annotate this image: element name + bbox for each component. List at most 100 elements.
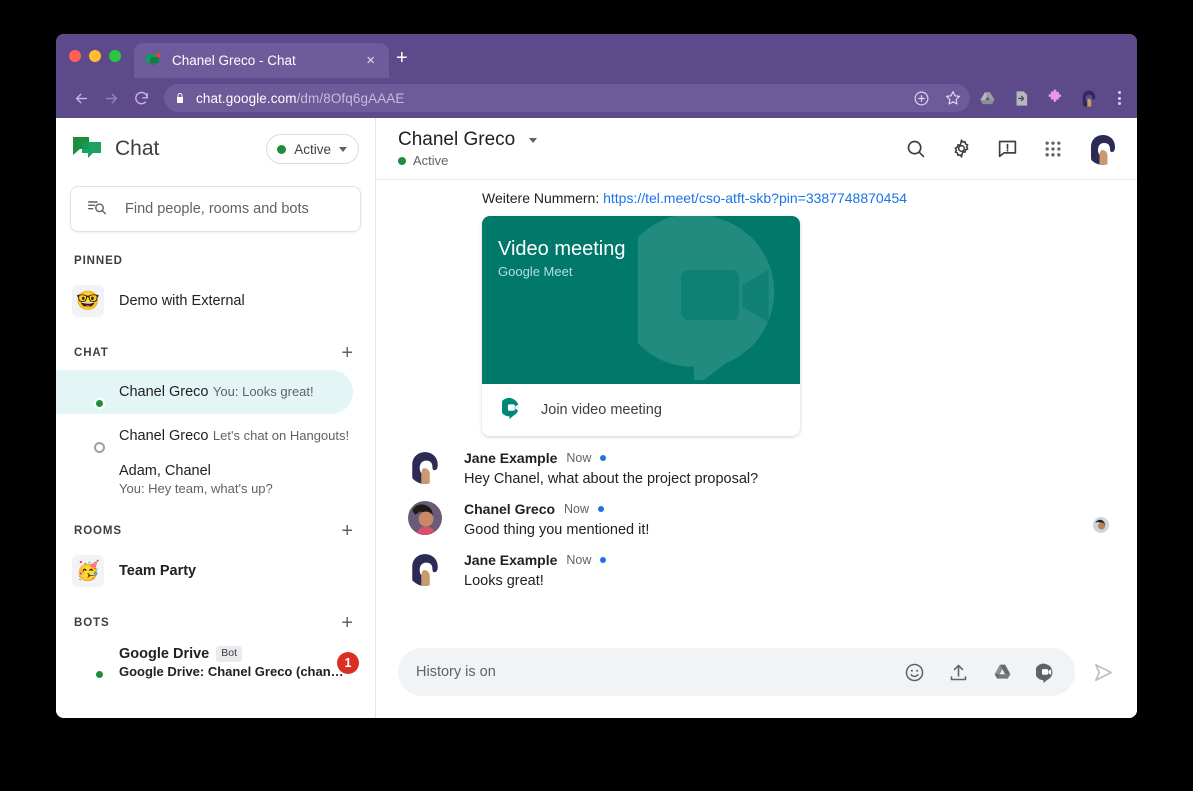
list-item-text: Adam, Chanel You: Hey team, what's up?: [119, 462, 359, 498]
list-item-preview: Let's chat on Hangouts!: [213, 428, 349, 443]
profile-avatar-icon[interactable]: [1080, 89, 1098, 107]
search-icon[interactable]: [903, 137, 927, 161]
list-item-text: Demo with External: [119, 292, 359, 310]
reload-icon[interactable]: [126, 83, 156, 113]
list-item-chanel-greco-hangouts[interactable]: Chanel Greco Let's chat on Hangouts!: [56, 414, 375, 458]
list-item-adam-chanel-group[interactable]: Adam, Chanel You: Hey team, what's up?: [56, 458, 375, 502]
file-extension-icon[interactable]: [1012, 89, 1030, 107]
drive-icon[interactable]: [991, 661, 1013, 683]
gear-icon[interactable]: [949, 137, 973, 161]
conversation-header: Chanel Greco Active: [376, 118, 1137, 180]
drive-extension-icon[interactable]: [978, 89, 996, 107]
feedback-icon[interactable]: [995, 137, 1019, 161]
conversation-panel: Chanel Greco Active: [376, 118, 1137, 718]
list-item-team-party[interactable]: 🥳 Team Party: [56, 548, 375, 594]
section-title: ROOMS: [74, 525, 122, 537]
list-item-name: Chanel Greco: [119, 428, 208, 444]
browser-toolbar: chat.google.com/dm/8Ofq6gAAAE: [56, 78, 1137, 118]
minimize-window-button[interactable]: [89, 50, 101, 62]
upload-icon[interactable]: [947, 661, 969, 683]
browser-chrome: Chanel Greco - Chat × + chat.google.com/…: [56, 34, 1137, 118]
video-icon[interactable]: [1035, 661, 1057, 683]
close-window-button[interactable]: [69, 50, 81, 62]
address-bar[interactable]: chat.google.com/dm/8Ofq6gAAAE: [164, 84, 970, 112]
unread-dot-icon: [600, 557, 606, 563]
kebab-menu-icon[interactable]: [1114, 91, 1125, 105]
add-room-button[interactable]: +: [337, 519, 357, 543]
message-text: Looks great!: [464, 573, 1115, 589]
message-meta: Jane Example Now: [464, 552, 1115, 568]
meet-dialin-link[interactable]: https://tel.meet/cso-atft-skb?pin=338774…: [603, 190, 907, 206]
meet-dialin-line: Weitere Nummern: https://tel.meet/cso-at…: [398, 184, 1115, 216]
page-title: Chanel Greco: [398, 129, 515, 151]
presence-indicator-active: [94, 669, 105, 680]
window-controls[interactable]: [69, 50, 121, 62]
video-meeting-title: Video meeting: [498, 238, 800, 261]
list-item-google-drive-bot[interactable]: Google DriveBot Google Drive: Chanel Gre…: [56, 640, 375, 686]
list-item-preview: You: Hey team, what's up?: [119, 481, 273, 496]
extension-icons: [978, 89, 1127, 107]
search-filter-icon: [87, 197, 107, 222]
message-body: Chanel Greco Now Good thing you mentione…: [464, 501, 1115, 538]
message-input[interactable]: History is on: [398, 648, 1075, 696]
add-bot-button[interactable]: +: [337, 611, 357, 635]
message-timestamp: Now: [566, 553, 591, 567]
add-to-collection-icon[interactable]: [912, 89, 930, 107]
conversation-title-row[interactable]: Chanel Greco: [398, 129, 903, 151]
conversation-status: Active: [398, 153, 903, 168]
list-item-text: Team Party: [119, 562, 359, 580]
forward-arrow-icon[interactable]: [96, 83, 126, 113]
new-tab-button[interactable]: +: [396, 48, 408, 68]
message-input-placeholder: History is on: [416, 664, 903, 680]
section-header-pinned: PINNED: [56, 244, 375, 278]
send-icon[interactable]: [1091, 660, 1115, 684]
search-placeholder: Find people, rooms and bots: [125, 201, 309, 217]
list-item-demo-with-external[interactable]: 🤓 Demo with External: [56, 278, 375, 324]
presence-indicator-active: [94, 398, 105, 409]
sidebar-header: Chat Active: [56, 118, 375, 180]
back-arrow-icon[interactable]: [66, 83, 96, 113]
chat-app: Chat Active Find people, rooms and bots …: [56, 118, 1137, 718]
status-selector[interactable]: Active: [266, 134, 359, 164]
video-meeting-card[interactable]: Video meeting Google Meet Join video mee…: [482, 216, 800, 436]
browser-tab[interactable]: Chanel Greco - Chat ×: [134, 43, 389, 78]
avatar: [408, 501, 442, 535]
message-row: Chanel Greco Now Good thing you mentione…: [398, 487, 1115, 538]
avatar: [408, 552, 442, 586]
section-title: CHAT: [74, 347, 109, 359]
sidebar: Chat Active Find people, rooms and bots …: [56, 118, 376, 718]
add-chat-button[interactable]: +: [337, 341, 357, 365]
avatar: [72, 464, 104, 496]
avatar: [72, 647, 104, 679]
list-item-preview: You: Looks great!: [213, 384, 314, 399]
tab-strip: Chanel Greco - Chat × +: [56, 34, 1137, 78]
section-title: BOTS: [74, 617, 110, 629]
emoji-avatar: 🥳: [72, 555, 104, 587]
lock-icon: [172, 92, 188, 104]
url-path: /dm/8Ofq6gAAAE: [297, 91, 405, 106]
join-video-meeting-label: Join video meeting: [541, 402, 662, 418]
compose-actions: [903, 661, 1057, 683]
meet-dialin-label: Weitere Nummern:: [482, 190, 599, 206]
section-title: PINNED: [74, 255, 123, 267]
emoji-icon[interactable]: [903, 661, 925, 683]
video-meeting-subtitle: Google Meet: [498, 264, 800, 279]
apps-grid-icon[interactable]: [1041, 137, 1065, 161]
search-input[interactable]: Find people, rooms and bots: [70, 186, 361, 232]
header-actions: [903, 133, 1119, 165]
list-item-text: Google DriveBot Google Drive: Chanel Gre…: [119, 645, 337, 681]
avatar: 🤓: [72, 285, 104, 317]
puzzle-extensions-icon[interactable]: [1046, 89, 1064, 107]
maximize-window-button[interactable]: [109, 50, 121, 62]
list-item-chanel-greco-active[interactable]: Chanel Greco You: Looks great!: [56, 370, 353, 414]
close-icon[interactable]: ×: [362, 51, 379, 70]
bookmark-star-icon[interactable]: [944, 89, 962, 107]
status-dot-icon: [277, 145, 286, 154]
join-video-meeting-button[interactable]: Join video meeting: [482, 384, 800, 436]
unread-dot-icon: [600, 455, 606, 461]
section-header-rooms: ROOMS +: [56, 514, 375, 548]
chevron-down-icon: [339, 147, 347, 152]
chevron-down-icon[interactable]: [529, 138, 537, 143]
account-avatar-icon[interactable]: [1087, 133, 1119, 165]
message-scroll-area[interactable]: Weitere Nummern: https://tel.meet/cso-at…: [376, 180, 1137, 640]
